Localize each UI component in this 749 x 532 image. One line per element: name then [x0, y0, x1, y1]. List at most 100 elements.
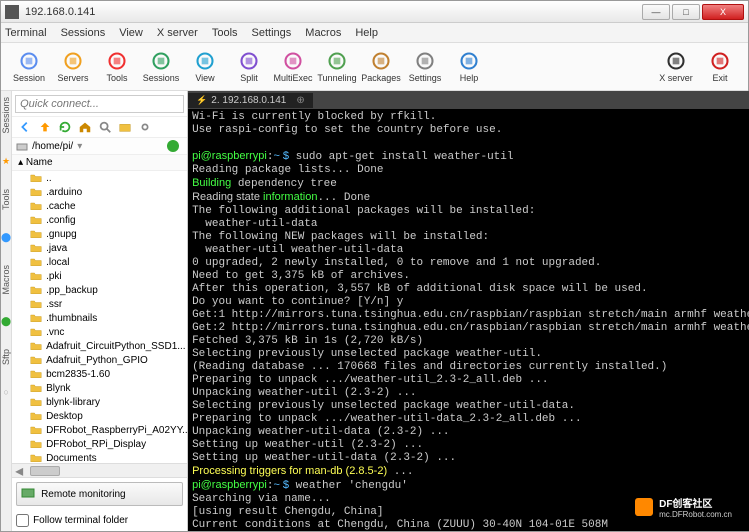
folder-icon: [30, 382, 42, 394]
drive-icon: [16, 140, 28, 152]
xserver-button[interactable]: X server: [654, 51, 698, 83]
folder-icon: [30, 424, 42, 436]
find-icon[interactable]: [98, 120, 112, 134]
packages-button[interactable]: Packages: [359, 51, 403, 83]
h-scrollbar[interactable]: ◂: [12, 463, 187, 477]
folder-icon: [30, 270, 42, 282]
sessions-icon: [151, 51, 171, 71]
settings-icon[interactable]: [138, 120, 152, 134]
list-item[interactable]: DFRobot_RaspberryPi_A02YY...: [12, 423, 187, 437]
menu-view[interactable]: View: [119, 27, 143, 39]
status-ok-icon: [167, 140, 179, 152]
folder-icon: [30, 354, 42, 366]
minimize-button[interactable]: —: [642, 4, 670, 20]
vtab-sftp[interactable]: Sftp: [1, 349, 11, 365]
folder-icon: [30, 438, 42, 450]
folder-icon: [30, 214, 42, 226]
close-button[interactable]: X: [702, 4, 744, 20]
menu-help[interactable]: Help: [355, 27, 378, 39]
session-button[interactable]: Session: [7, 51, 51, 83]
list-item[interactable]: Adafruit_Python_GPIO: [12, 353, 187, 367]
menu-x-server[interactable]: X server: [157, 27, 198, 39]
remote-monitoring-button[interactable]: Remote monitoring: [16, 482, 183, 506]
folder-icon: [30, 396, 42, 408]
folder-icon: [30, 228, 42, 240]
list-item[interactable]: .pki: [12, 269, 187, 283]
refresh-icon[interactable]: [58, 120, 72, 134]
quick-connect-input[interactable]: [15, 95, 184, 113]
folder-icon: [30, 200, 42, 212]
servers-icon: [63, 51, 83, 71]
vtab-sessions[interactable]: Sessions: [1, 97, 11, 134]
settings-button[interactable]: Settings: [403, 51, 447, 83]
current-path: /home/pi/: [32, 141, 73, 152]
help-icon: [459, 51, 479, 71]
list-item[interactable]: .ssr: [12, 297, 187, 311]
exit-button[interactable]: Exit: [698, 51, 742, 83]
menubar: Terminal Sessions View X server Tools Setting…: [1, 23, 748, 43]
list-item[interactable]: Adafruit_CircuitPython_SSD1...: [12, 339, 187, 353]
xserver-icon: [666, 51, 686, 71]
list-item[interactable]: blynk-library: [12, 395, 187, 409]
tunneling-icon: [327, 51, 347, 71]
path-bar[interactable]: /home/pi/ ▾: [12, 138, 187, 155]
maximize-button[interactable]: □: [672, 4, 700, 20]
list-item[interactable]: Desktop: [12, 409, 187, 423]
folder-icon: [30, 242, 42, 254]
list-item[interactable]: .config: [12, 213, 187, 227]
terminal-tabs: ⚡ 2. 192.168.0.141 ⊕: [188, 91, 749, 109]
tab-menu-icon[interactable]: ⊕: [296, 95, 304, 106]
bolt-icon: ⚡: [196, 95, 207, 106]
list-item[interactable]: .thumbnails: [12, 311, 187, 325]
file-list-header[interactable]: ▴ Name: [12, 155, 187, 171]
view-button[interactable]: View: [183, 51, 227, 83]
list-item[interactable]: .pp_backup: [12, 283, 187, 297]
folder-icon: [30, 172, 42, 184]
window-titlebar: 192.168.0.141 — □ X: [1, 1, 748, 23]
terminal-tab[interactable]: ⚡ 2. 192.168.0.141 ⊕: [188, 93, 313, 108]
folder-icon: [30, 368, 42, 380]
list-item[interactable]: bcm2835-1.60: [12, 367, 187, 381]
tools-icon: [107, 51, 127, 71]
toolbar: SessionServersToolsSessionsViewSplitMult…: [1, 43, 748, 91]
menu-terminal[interactable]: Terminal: [5, 27, 47, 39]
help-button[interactable]: Help: [447, 51, 491, 83]
split-button[interactable]: Split: [227, 51, 271, 83]
sftp-toolbar: [12, 117, 187, 138]
vtab-tools[interactable]: Tools: [1, 189, 11, 210]
list-item[interactable]: .gnupg: [12, 227, 187, 241]
back-icon[interactable]: [18, 120, 32, 134]
menu-tools[interactable]: Tools: [212, 27, 238, 39]
tools-button[interactable]: Tools: [95, 51, 139, 83]
list-item[interactable]: .vnc: [12, 325, 187, 339]
follow-terminal-checkbox[interactable]: [16, 514, 29, 527]
home-icon[interactable]: [78, 120, 92, 134]
follow-terminal-label: Follow terminal folder: [33, 515, 128, 526]
chevron-down-icon[interactable]: ▾: [77, 141, 82, 152]
list-item[interactable]: Documents: [12, 451, 187, 463]
terminal-output[interactable]: Wi-Fi is currently blocked by rfkill. Us…: [188, 109, 749, 531]
list-item[interactable]: ..: [12, 171, 187, 185]
menu-settings[interactable]: Settings: [252, 27, 292, 39]
menu-macros[interactable]: Macros: [305, 27, 341, 39]
vtab-macros[interactable]: Macros: [1, 265, 11, 295]
folder-icon: [30, 312, 42, 324]
list-item[interactable]: .cache: [12, 199, 187, 213]
folder-icon: [30, 186, 42, 198]
multiexec-button[interactable]: MultiExec: [271, 51, 315, 83]
multiexec-icon: [283, 51, 303, 71]
sessions-button[interactable]: Sessions: [139, 51, 183, 83]
folder-icon: [30, 410, 42, 422]
servers-button[interactable]: Servers: [51, 51, 95, 83]
new-folder-icon[interactable]: [118, 120, 132, 134]
menu-sessions[interactable]: Sessions: [61, 27, 106, 39]
up-icon[interactable]: [38, 120, 52, 134]
list-item[interactable]: .arduino: [12, 185, 187, 199]
settings-icon: [415, 51, 435, 71]
list-item[interactable]: .local: [12, 255, 187, 269]
list-item[interactable]: .java: [12, 241, 187, 255]
folder-icon: [30, 256, 42, 268]
tunneling-button[interactable]: Tunneling: [315, 51, 359, 83]
list-item[interactable]: DFRobot_RPi_Display: [12, 437, 187, 451]
list-item[interactable]: Blynk: [12, 381, 187, 395]
